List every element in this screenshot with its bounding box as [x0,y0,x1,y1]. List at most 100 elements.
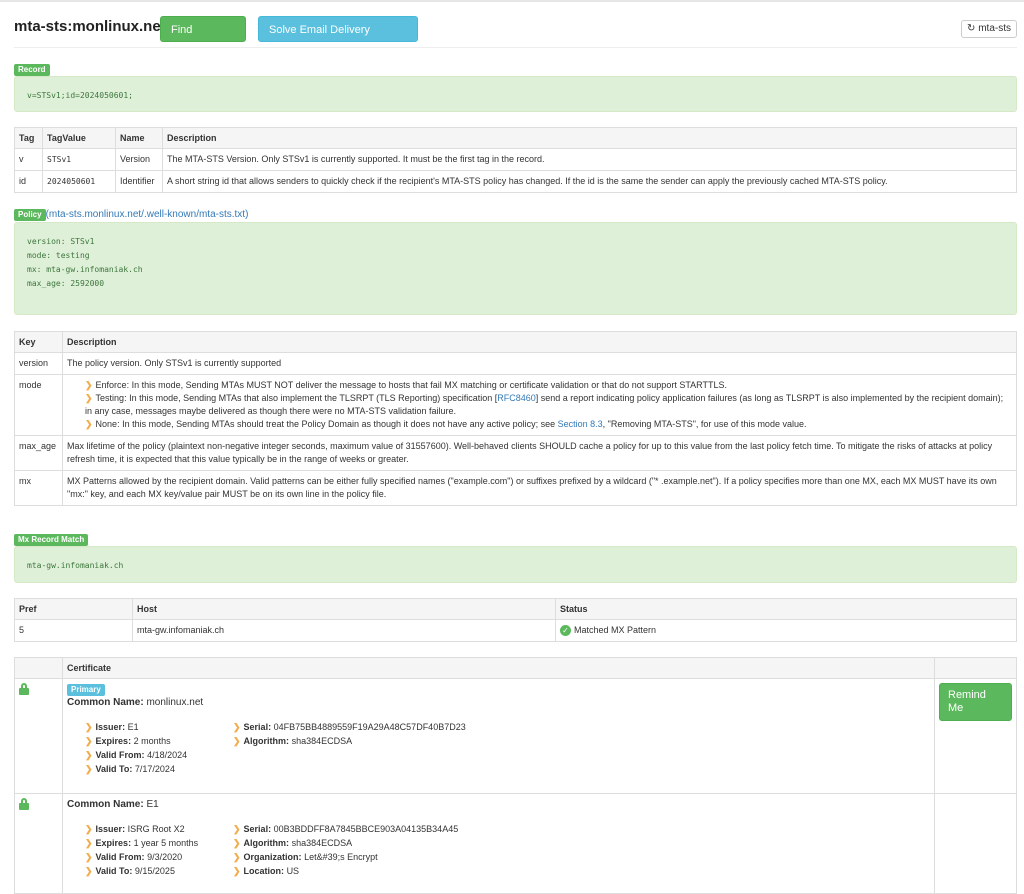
table-row: id 2024050601 Identifier A short string … [14,170,1017,193]
col-tag: Tag [14,127,43,149]
refresh-icon: ↻ [967,23,976,34]
policy-table: Key Description version The policy versi… [14,331,1017,506]
check-circle-icon: ✓ [560,625,571,637]
description-cell: A short string id that allows senders to… [162,170,1017,193]
mxmatch-value: mta-gw.infomaniak.ch [27,561,124,570]
col-description: Description [162,127,1017,149]
policy-link-close: ) [245,209,249,220]
mxmatch-label-wrap: Mx Record Match [14,534,89,546]
name-cell: Version [115,148,163,171]
chevron-right-icon: ❯ [85,750,93,760]
list-item: ❯ Enforce: In this mode, Sending MTAs MUS… [85,380,727,390]
lock-icon [19,683,29,695]
lock-icon [19,798,29,810]
policy-line: max_age: 2592000 [27,279,105,288]
cert-icon-cell [14,793,63,894]
refresh-button[interactable]: ↻ mta-sts [961,20,1017,38]
find-problems-button[interactable]: Find Problems [160,16,246,62]
description-cell: The MTA-STS Version. Only STSv1 is curre… [162,148,1017,171]
col-certificate: Certificate [62,657,935,679]
cert-table-header: Certificate [14,657,1017,679]
chevron-right-icon: ❯ [85,764,93,774]
chevron-right-icon: ❯ [233,866,241,876]
policy-url-link[interactable]: mta-sts.monlinux.net/.well-known/mta-sts… [49,209,245,220]
list-item: ❯ Testing: In this mode, Sending MTAs tha… [85,393,1004,416]
table-row: v STSv1 Version The MTA-STS Version. Onl… [14,148,1017,171]
tagvalue-cell: 2024050601 [42,170,116,193]
tagvalue-cell: STSv1 [42,148,116,171]
table-row: mx MX Patterns allowed by the recipient … [14,470,1017,506]
algorithm: ❯ Algorithm: sha384ECDSA [233,838,353,848]
description-cell: ❯ Enforce: In this mode, Sending MTAs MUS… [62,374,1017,436]
table-row: Primary Common Name: monlinux.net ❯ Issue… [14,678,1017,794]
list-item: ❯ None: In this mode, Sending MTAs should… [85,419,807,429]
chevron-right-icon: ❯ [85,722,93,732]
chevron-right-icon: ❯ [85,736,93,746]
cert-detail-cell: Common Name: E1 ❯ Issuer: ISRG Root X2 ❯ E… [62,793,935,894]
policy-table-header: Key Description [14,331,1017,353]
solve-email-button[interactable]: Solve Email Delivery Problems [258,16,418,62]
col-host: Host [132,598,556,620]
section-8-3-link[interactable]: Section 8.3 [558,419,603,429]
key-cell: max_age [14,435,63,471]
chevron-right-icon: ❯ [85,419,93,429]
refresh-label: mta-sts [978,23,1011,34]
key-cell: mx [14,470,63,506]
col-key: Key [14,331,63,353]
page-header: mta-sts:monlinux.net Find Problems Solve… [14,14,1017,62]
mx-table: Pref Host Status 5 mta-gw.infomaniak.ch … [14,598,1017,642]
top-border [0,0,1024,2]
cert-action-cell: Remind Me [934,678,1017,794]
chevron-right-icon: ❯ [233,838,241,848]
policy-box: version: STSv1 mode: testing mx: mta-gw.… [14,222,1017,315]
policy-line: mx: mta-gw.infomaniak.ch [27,265,143,274]
chevron-right-icon: ❯ [233,722,241,732]
description-cell: The policy version. Only STSv1 is curren… [62,352,1017,375]
rfc8460-link[interactable]: RFC8460 [497,393,536,403]
tag-cell: v [14,148,43,171]
policy-line: mode: testing [27,251,90,260]
status-cell: ✓ Matched MX Pattern [555,619,1017,642]
common-name: Common Name: E1 [67,799,159,810]
name-cell: Identifier [115,170,163,193]
record-label: Record [14,64,50,76]
chevron-right-icon: ❯ [233,824,241,834]
policy-line: version: STSv1 [27,237,95,246]
col-pref: Pref [14,598,133,620]
col-name: Name [115,127,163,149]
record-value-box: v=STSv1;id=2024050601; [14,76,1017,112]
col-tagvalue: TagValue [42,127,116,149]
table-row: Common Name: E1 ❯ Issuer: ISRG Root X2 ❯ E… [14,793,1017,894]
serial: ❯ Serial: 04FB75BB4889559F19A29A48C57DF40… [233,722,466,732]
organization: ❯ Organization: Let&#39;s Encrypt [233,852,378,862]
description-cell: Max lifetime of the policy (plaintext no… [62,435,1017,471]
cert-detail-cell: Primary Common Name: monlinux.net ❯ Issue… [62,678,935,794]
table-row: mode ❯ Enforce: In this mode, Sending MTA… [14,374,1017,436]
cert-fields: ❯ Issuer: ISRG Root X2 ❯ Expires: 1 year 5… [67,822,930,878]
chevron-right-icon: ❯ [85,824,93,834]
chevron-right-icon: ❯ [85,393,93,403]
serial: ❯ Serial: 00B3BDDFF8A7845BBCE903A04135B34… [233,824,459,834]
issuer: ❯ Issuer: ISRG Root X2 [85,824,185,834]
chevron-right-icon: ❯ [233,852,241,862]
chevron-right-icon: ❯ [85,380,93,390]
cert-icon-cell [14,678,63,794]
mx-table-header: Pref Host Status [14,598,1017,620]
common-name: Common Name: monlinux.net [67,697,204,708]
policy-label: Policy [14,209,46,221]
cert-fields: ❯ Issuer: E1 ❯ Expires: 2 months ❯ Valid Fr… [67,720,930,776]
col-action [934,657,1017,679]
table-row: max_age Max lifetime of the policy (plai… [14,435,1017,471]
valid-to: ❯ Valid To: 7/17/2024 [85,764,175,774]
key-cell: mode [14,374,63,436]
valid-from: ❯ Valid From: 9/3/2020 [85,852,183,862]
description-cell: MX Patterns allowed by the recipient dom… [62,470,1017,506]
valid-to: ❯ Valid To: 9/15/2025 [85,866,175,876]
col-description: Description [62,331,1017,353]
chevron-right-icon: ❯ [85,866,93,876]
policy-heading: Policy (mta-sts.monlinux.net/.well-known/… [14,209,248,221]
chevron-right-icon: ❯ [233,736,241,746]
mxmatch-box: mta-gw.infomaniak.ch [14,546,1017,583]
col-icon [14,657,63,679]
remind-me-button[interactable]: Remind Me [939,683,1012,721]
